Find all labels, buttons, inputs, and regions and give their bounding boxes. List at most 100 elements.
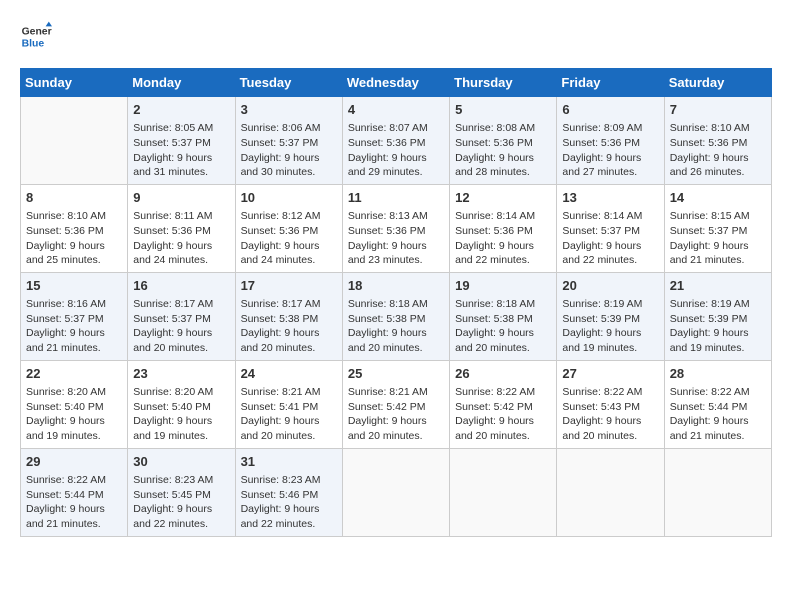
day-info: Sunrise: 8:15 AM Sunset: 5:37 PM Dayligh…: [670, 209, 766, 268]
day-info: Sunrise: 8:13 AM Sunset: 5:36 PM Dayligh…: [348, 209, 444, 268]
calendar-cell: 5 Sunrise: 8:08 AM Sunset: 5:36 PM Daylig…: [450, 97, 557, 185]
calendar-cell: 4 Sunrise: 8:07 AM Sunset: 5:36 PM Daylig…: [342, 97, 449, 185]
day-info: Sunrise: 8:21 AM Sunset: 5:41 PM Dayligh…: [241, 385, 337, 444]
calendar-cell: 19 Sunrise: 8:18 AM Sunset: 5:38 PM Dayli…: [450, 272, 557, 360]
day-info: Sunrise: 8:12 AM Sunset: 5:36 PM Dayligh…: [241, 209, 337, 268]
day-number: 30: [133, 453, 229, 471]
day-number: 2: [133, 101, 229, 119]
calendar-cell: 6 Sunrise: 8:09 AM Sunset: 5:36 PM Daylig…: [557, 97, 664, 185]
day-info: Sunrise: 8:14 AM Sunset: 5:37 PM Dayligh…: [562, 209, 658, 268]
svg-text:Blue: Blue: [22, 38, 45, 49]
calendar-cell: 2 Sunrise: 8:05 AM Sunset: 5:37 PM Daylig…: [128, 97, 235, 185]
calendar-cell: 29 Sunrise: 8:22 AM Sunset: 5:44 PM Dayli…: [21, 448, 128, 536]
day-header-monday: Monday: [128, 69, 235, 97]
day-number: 27: [562, 365, 658, 383]
day-number: 21: [670, 277, 766, 295]
day-info: Sunrise: 8:09 AM Sunset: 5:36 PM Dayligh…: [562, 121, 658, 180]
day-number: 18: [348, 277, 444, 295]
day-header-friday: Friday: [557, 69, 664, 97]
day-info: Sunrise: 8:19 AM Sunset: 5:39 PM Dayligh…: [562, 297, 658, 356]
day-info: Sunrise: 8:23 AM Sunset: 5:46 PM Dayligh…: [241, 473, 337, 532]
calendar-cell: 20 Sunrise: 8:19 AM Sunset: 5:39 PM Dayli…: [557, 272, 664, 360]
day-header-tuesday: Tuesday: [235, 69, 342, 97]
calendar-cell: 24 Sunrise: 8:21 AM Sunset: 5:41 PM Dayli…: [235, 360, 342, 448]
calendar-cell: 28 Sunrise: 8:22 AM Sunset: 5:44 PM Dayli…: [664, 360, 771, 448]
calendar-cell: 12 Sunrise: 8:14 AM Sunset: 5:36 PM Dayli…: [450, 184, 557, 272]
day-info: Sunrise: 8:20 AM Sunset: 5:40 PM Dayligh…: [133, 385, 229, 444]
day-info: Sunrise: 8:22 AM Sunset: 5:44 PM Dayligh…: [670, 385, 766, 444]
calendar-cell: 22 Sunrise: 8:20 AM Sunset: 5:40 PM Dayli…: [21, 360, 128, 448]
calendar-cell: 7 Sunrise: 8:10 AM Sunset: 5:36 PM Daylig…: [664, 97, 771, 185]
day-number: 14: [670, 189, 766, 207]
day-info: Sunrise: 8:06 AM Sunset: 5:37 PM Dayligh…: [241, 121, 337, 180]
day-info: Sunrise: 8:18 AM Sunset: 5:38 PM Dayligh…: [348, 297, 444, 356]
day-number: 28: [670, 365, 766, 383]
calendar-cell: [664, 448, 771, 536]
calendar-cell: [450, 448, 557, 536]
day-info: Sunrise: 8:22 AM Sunset: 5:42 PM Dayligh…: [455, 385, 551, 444]
day-number: 8: [26, 189, 122, 207]
day-info: Sunrise: 8:22 AM Sunset: 5:44 PM Dayligh…: [26, 473, 122, 532]
calendar-cell: 3 Sunrise: 8:06 AM Sunset: 5:37 PM Daylig…: [235, 97, 342, 185]
day-number: 19: [455, 277, 551, 295]
day-header-sunday: Sunday: [21, 69, 128, 97]
calendar-cell: [342, 448, 449, 536]
day-number: 26: [455, 365, 551, 383]
calendar-cell: 26 Sunrise: 8:22 AM Sunset: 5:42 PM Dayli…: [450, 360, 557, 448]
calendar-cell: [557, 448, 664, 536]
day-number: 17: [241, 277, 337, 295]
calendar-cell: 16 Sunrise: 8:17 AM Sunset: 5:37 PM Dayli…: [128, 272, 235, 360]
calendar-cell: 23 Sunrise: 8:20 AM Sunset: 5:40 PM Dayli…: [128, 360, 235, 448]
day-number: 4: [348, 101, 444, 119]
calendar-cell: 25Sunrise: 8:21 AM Sunset: 5:42 PM Dayli…: [342, 360, 449, 448]
day-number: 16: [133, 277, 229, 295]
page-header: General Blue: [20, 20, 772, 52]
logo: General Blue: [20, 20, 52, 52]
calendar-cell: 14 Sunrise: 8:15 AM Sunset: 5:37 PM Dayli…: [664, 184, 771, 272]
calendar-cell: 10 Sunrise: 8:12 AM Sunset: 5:36 PM Dayli…: [235, 184, 342, 272]
day-info: Sunrise: 8:21 AM Sunset: 5:42 PM Dayligh…: [348, 385, 444, 444]
day-info: Sunrise: 8:18 AM Sunset: 5:38 PM Dayligh…: [455, 297, 551, 356]
day-info: Sunrise: 8:10 AM Sunset: 5:36 PM Dayligh…: [26, 209, 122, 268]
calendar-cell: 18 Sunrise: 8:18 AM Sunset: 5:38 PM Dayli…: [342, 272, 449, 360]
day-number: 22: [26, 365, 122, 383]
day-info: Sunrise: 8:07 AM Sunset: 5:36 PM Dayligh…: [348, 121, 444, 180]
day-info: Sunrise: 8:08 AM Sunset: 5:36 PM Dayligh…: [455, 121, 551, 180]
calendar-table: SundayMondayTuesdayWednesdayThursdayFrid…: [20, 68, 772, 537]
day-number: 31: [241, 453, 337, 471]
day-number: 15: [26, 277, 122, 295]
calendar-cell: 13Sunrise: 8:14 AM Sunset: 5:37 PM Dayli…: [557, 184, 664, 272]
day-info: Sunrise: 8:20 AM Sunset: 5:40 PM Dayligh…: [26, 385, 122, 444]
calendar-cell: 21 Sunrise: 8:19 AM Sunset: 5:39 PM Dayli…: [664, 272, 771, 360]
logo-icon: General Blue: [20, 20, 52, 52]
calendar-cell: 9Sunrise: 8:11 AM Sunset: 5:36 PM Daylig…: [128, 184, 235, 272]
day-header-wednesday: Wednesday: [342, 69, 449, 97]
day-number: 20: [562, 277, 658, 295]
day-number: 10: [241, 189, 337, 207]
day-info: Sunrise: 8:22 AM Sunset: 5:43 PM Dayligh…: [562, 385, 658, 444]
day-info: Sunrise: 8:17 AM Sunset: 5:37 PM Dayligh…: [133, 297, 229, 356]
day-info: Sunrise: 8:10 AM Sunset: 5:36 PM Dayligh…: [670, 121, 766, 180]
day-info: Sunrise: 8:14 AM Sunset: 5:36 PM Dayligh…: [455, 209, 551, 268]
day-info: Sunrise: 8:23 AM Sunset: 5:45 PM Dayligh…: [133, 473, 229, 532]
day-number: 24: [241, 365, 337, 383]
day-info: Sunrise: 8:16 AM Sunset: 5:37 PM Dayligh…: [26, 297, 122, 356]
day-number: 23: [133, 365, 229, 383]
day-number: 3: [241, 101, 337, 119]
calendar-cell: 31 Sunrise: 8:23 AM Sunset: 5:46 PM Dayli…: [235, 448, 342, 536]
day-number: 7: [670, 101, 766, 119]
day-number: 29: [26, 453, 122, 471]
day-number: 6: [562, 101, 658, 119]
calendar-cell: 11 Sunrise: 8:13 AM Sunset: 5:36 PM Dayli…: [342, 184, 449, 272]
day-info: Sunrise: 8:05 AM Sunset: 5:37 PM Dayligh…: [133, 121, 229, 180]
day-info: Sunrise: 8:17 AM Sunset: 5:38 PM Dayligh…: [241, 297, 337, 356]
day-number: 5: [455, 101, 551, 119]
calendar-cell: 8 Sunrise: 8:10 AM Sunset: 5:36 PM Daylig…: [21, 184, 128, 272]
calendar-cell: [21, 97, 128, 185]
calendar-cell: 27 Sunrise: 8:22 AM Sunset: 5:43 PM Dayli…: [557, 360, 664, 448]
day-info: Sunrise: 8:19 AM Sunset: 5:39 PM Dayligh…: [670, 297, 766, 356]
day-number: 11: [348, 189, 444, 207]
day-info: Sunrise: 8:11 AM Sunset: 5:36 PM Dayligh…: [133, 209, 229, 268]
day-number: 12: [455, 189, 551, 207]
calendar-cell: 30 Sunrise: 8:23 AM Sunset: 5:45 PM Dayli…: [128, 448, 235, 536]
